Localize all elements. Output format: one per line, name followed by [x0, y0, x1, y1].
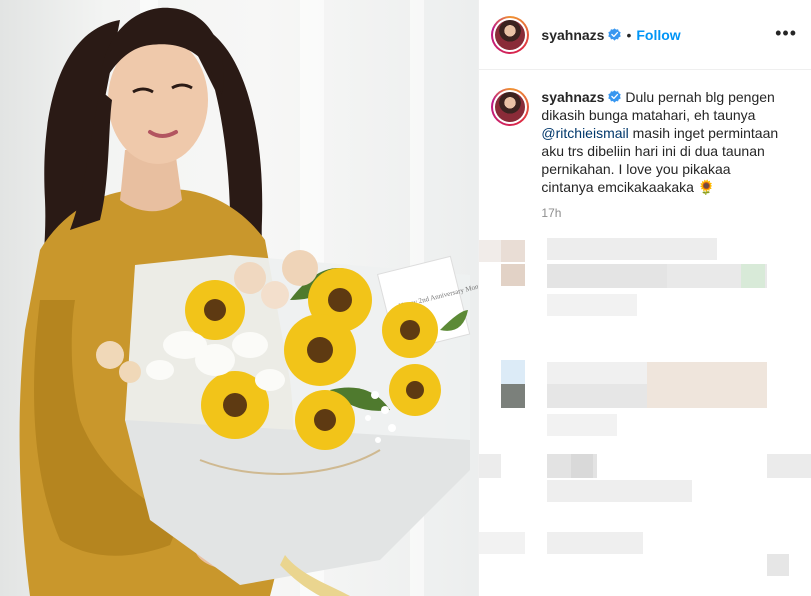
caption-text: syahnazs Dulu pernah blg pengen dikasih … — [541, 88, 781, 196]
header-username[interactable]: syahnazs — [541, 27, 604, 43]
caption-username[interactable]: syahnazs — [541, 89, 604, 105]
instagram-post: Happy 2nd Anniversary Mommy — [0, 0, 811, 596]
caption-avatar[interactable] — [491, 88, 530, 126]
censored-comments-area — [479, 232, 811, 596]
separator-dot: • — [626, 26, 632, 43]
post-timestamp[interactable]: 17h — [541, 206, 811, 220]
mention-link[interactable]: @ritchieismail — [541, 125, 628, 141]
caption-comment: syahnazs Dulu pernah blg pengen dikasih … — [479, 70, 811, 196]
verified-badge-icon — [608, 90, 622, 103]
post-header: syahnazs • Follow ••• — [479, 0, 811, 70]
avatar[interactable] — [491, 15, 530, 54]
sunflower-emoji: 🌻 — [697, 179, 716, 195]
post-side-panel: syahnazs • Follow ••• syahnazs Dulu pern… — [478, 0, 811, 596]
verified-badge-icon — [608, 28, 622, 41]
more-options-icon[interactable]: ••• — [775, 24, 797, 42]
post-photo[interactable]: Happy 2nd Anniversary Mommy — [0, 0, 479, 596]
photo-illustration: Happy 2nd Anniversary Mommy — [19, 7, 478, 596]
follow-button[interactable]: Follow — [636, 27, 680, 43]
